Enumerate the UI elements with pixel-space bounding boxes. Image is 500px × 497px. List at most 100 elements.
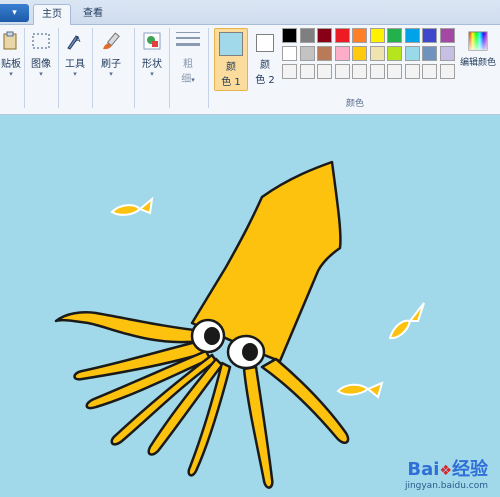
color-swatch[interactable] — [404, 46, 420, 61]
color1-button[interactable]: 颜 色 1 — [214, 28, 248, 91]
shapes-label: 形状 — [142, 59, 162, 70]
fish — [336, 383, 370, 396]
color-swatch[interactable] — [352, 64, 367, 79]
file-menu-button[interactable]: ▾ — [0, 4, 29, 22]
color-swatch[interactable] — [387, 64, 402, 79]
color-swatch[interactable] — [282, 28, 297, 43]
drawing — [54, 160, 425, 489]
color2-swatch — [256, 34, 274, 52]
file-menu-arrow: ▾ — [12, 8, 17, 18]
tools-icon: A — [67, 35, 81, 50]
color-swatch[interactable] — [422, 64, 437, 79]
brushes-button[interactable]: 刷子 ▾ — [94, 30, 128, 78]
color-palette — [282, 28, 457, 82]
brushes-label: 刷子 — [101, 59, 121, 70]
tools-label: 工具 — [65, 59, 85, 70]
group-separator — [134, 28, 135, 108]
edit-colors-label: 编辑颜色 — [459, 58, 496, 68]
svg-text:A: A — [75, 35, 81, 44]
shapes-icon — [143, 32, 161, 50]
tab-home-label: 主页 — [42, 9, 62, 20]
brush-icon — [103, 32, 120, 50]
color-swatch[interactable] — [404, 64, 420, 79]
edit-colors-button[interactable]: 编辑颜色 — [458, 30, 498, 68]
color-swatch[interactable] — [422, 46, 437, 61]
group-separator — [169, 28, 170, 108]
image-select-icon — [32, 33, 50, 49]
shapes-button[interactable]: 形状 ▾ — [137, 30, 167, 78]
watermark-url: jingyan.baidu.com — [404, 481, 488, 491]
color2-label-bottom: 色 2 — [255, 75, 275, 86]
clipboard-label: 贴板 — [1, 59, 21, 70]
squid-pupil — [204, 327, 220, 345]
color1-label-bottom: 色 1 — [221, 77, 241, 88]
size-label-top: 粗 — [183, 59, 193, 70]
color-swatch[interactable] — [334, 28, 350, 43]
edit-colors-icon — [468, 31, 488, 51]
color-swatch[interactable] — [352, 46, 367, 61]
line-width-icon — [176, 32, 200, 46]
color-swatch[interactable] — [282, 46, 297, 61]
color-swatch[interactable] — [387, 28, 402, 43]
color-swatch[interactable] — [404, 28, 420, 43]
tab-view[interactable]: 查看 — [76, 4, 110, 24]
tools-dropdown-arrow: ▾ — [73, 70, 77, 78]
color-swatch[interactable] — [387, 46, 402, 61]
tools-button[interactable]: A 工具 ▾ — [60, 30, 90, 78]
squid-arm — [242, 365, 274, 489]
size-label-bottom-text: 细 — [181, 74, 192, 85]
fish-tail — [407, 302, 425, 322]
fish — [388, 319, 412, 340]
size-label-bottom: 细▾ — [181, 74, 195, 85]
color-swatch[interactable] — [334, 64, 350, 79]
color-swatch[interactable] — [299, 28, 315, 43]
color-swatch[interactable] — [352, 28, 367, 43]
paw-icon: ❖ — [439, 463, 452, 479]
color-swatch[interactable] — [299, 46, 315, 61]
watermark-brand-left: Bai — [407, 459, 440, 480]
watermark: Bai❖经验 jingyan.baidu.com — [405, 455, 488, 491]
colors-group-label: 颜色 — [346, 99, 365, 109]
image-button[interactable]: 图像 ▾ — [26, 30, 56, 78]
size-button[interactable]: 粗 细▾ — [173, 30, 203, 85]
group-separator — [24, 28, 25, 108]
color-swatch[interactable] — [439, 46, 455, 61]
color1-label-top: 颜 — [226, 62, 236, 73]
fish-tail — [138, 196, 154, 215]
clipboard-icon — [3, 31, 17, 50]
color-swatch[interactable] — [369, 64, 385, 79]
squid-arm — [260, 357, 350, 445]
tab-bar: ▾ 主页 查看 — [0, 0, 500, 25]
drawing-canvas[interactable]: Bai❖经验 jingyan.baidu.com — [0, 115, 500, 497]
brushes-dropdown-arrow: ▾ — [109, 70, 113, 78]
color2-button[interactable]: 颜 色 2 — [250, 28, 280, 86]
color-swatch[interactable] — [439, 64, 455, 79]
squid-arm — [54, 311, 205, 344]
watermark-brand: Bai❖经验 — [405, 455, 488, 481]
clipboard-dropdown-arrow: ▾ — [9, 70, 13, 78]
color-swatch[interactable] — [369, 46, 385, 61]
color-swatch[interactable] — [422, 28, 437, 43]
fish-tail — [366, 381, 384, 399]
color-swatch[interactable] — [334, 46, 350, 61]
shapes-dropdown-arrow: ▾ — [150, 70, 154, 78]
tab-home[interactable]: 主页 — [33, 4, 71, 25]
group-separator — [208, 28, 209, 108]
color-swatch[interactable] — [299, 64, 315, 79]
group-separator — [92, 28, 93, 108]
tab-view-label: 查看 — [83, 8, 103, 19]
color-swatch[interactable] — [282, 64, 297, 79]
fish — [110, 204, 142, 216]
watermark-brand-right: 经验 — [452, 459, 488, 480]
color-swatch[interactable] — [317, 46, 332, 61]
squid-pupil — [242, 343, 258, 361]
image-label: 图像 — [31, 59, 51, 70]
color2-label-top: 颜 — [260, 60, 270, 71]
group-separator — [58, 28, 59, 108]
color-swatch[interactable] — [317, 28, 332, 43]
color1-swatch — [219, 32, 243, 56]
color-swatch[interactable] — [439, 28, 455, 43]
clipboard-button[interactable]: 贴板 ▾ — [0, 30, 22, 78]
color-swatch[interactable] — [369, 28, 385, 43]
color-swatch[interactable] — [317, 64, 332, 79]
